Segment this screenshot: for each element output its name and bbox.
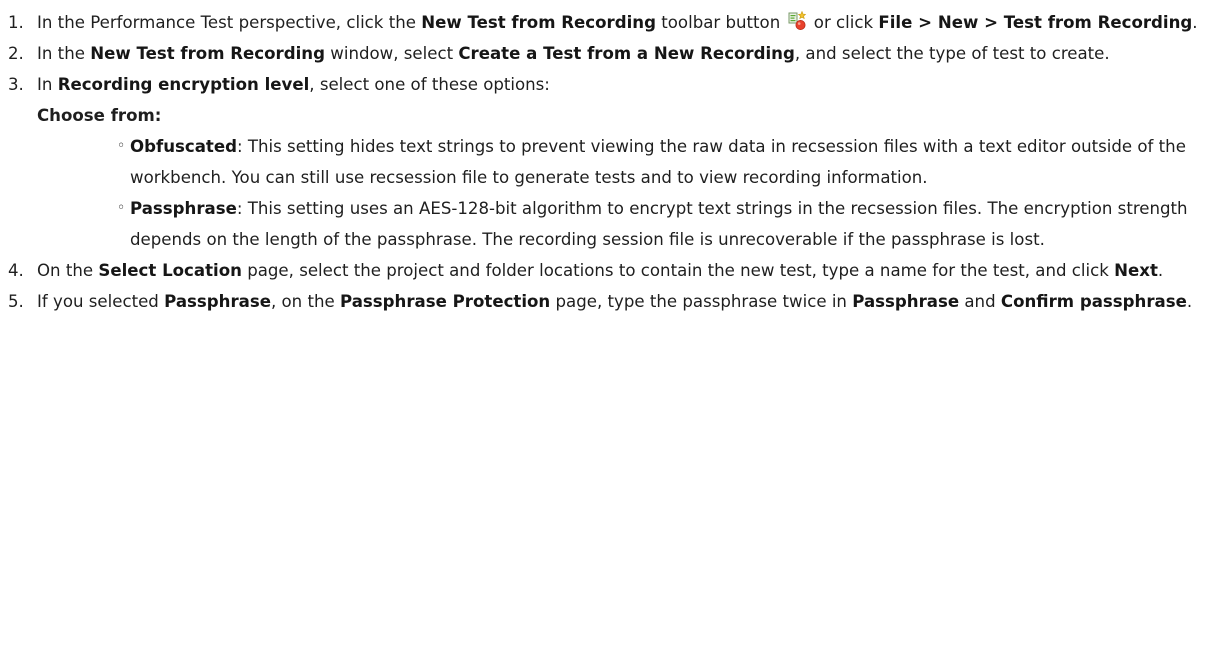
step-number: 5. — [8, 292, 24, 311]
step-text: page, select the project and folder loca… — [241, 261, 1115, 280]
step-text: and — [959, 292, 1001, 311]
choose-from-label: Choose from: — [37, 106, 162, 125]
step-text: page, type the passphrase twice in — [550, 292, 853, 311]
step-text: , select one of these options: — [309, 75, 550, 94]
option-obfuscated: ◦ Obfuscated: This setting hides text st… — [117, 131, 1204, 193]
step-text: or click — [808, 13, 879, 32]
option-passphrase: ◦ Passphrase: This setting uses an AES-1… — [117, 193, 1204, 255]
step-text: On the — [37, 261, 99, 280]
step-text: window, select — [325, 44, 459, 63]
ui-term: New Test from Recording — [90, 44, 325, 63]
step-text: . — [1186, 292, 1193, 311]
steps-list: 1. In the Performance Test perspective, … — [8, 7, 1204, 317]
ui-term: Passphrase Protection — [340, 292, 551, 311]
option-name: Passphrase — [130, 199, 237, 218]
step-text: . — [1192, 13, 1198, 32]
step-text: , on the — [270, 292, 340, 311]
new-test-from-recording-icon — [788, 11, 807, 31]
options-list: ◦ Obfuscated: This setting hides text st… — [37, 131, 1204, 255]
ui-term: Passphrase — [164, 292, 271, 311]
step-number: 3. — [8, 75, 24, 94]
step-2: 2. In the New Test from Recording window… — [8, 38, 1204, 69]
step-number: 4. — [8, 261, 24, 280]
option-description: : This setting uses an AES-128-bit algor… — [130, 199, 1188, 249]
ui-term: Passphrase — [852, 292, 960, 311]
instructions-page: 1. In the Performance Test perspective, … — [0, 0, 1212, 649]
step-3: 3. In Recording encryption level, select… — [8, 69, 1204, 255]
option-description: : This setting hides text strings to pre… — [130, 137, 1186, 187]
step-5: 5. If you selected Passphrase, on the Pa… — [8, 286, 1204, 317]
step-text: In — [37, 75, 58, 94]
ui-term: Select Location — [98, 261, 242, 280]
step-text: In the — [37, 44, 91, 63]
ui-term: Create a Test from a New Recording — [458, 44, 795, 63]
step-text: . — [1157, 261, 1164, 280]
ui-term: Recording encryption level — [57, 75, 310, 94]
step-text: If you selected — [37, 292, 165, 311]
step-text: , and select the type of test to create. — [794, 44, 1110, 63]
bullet: ◦ — [117, 200, 126, 216]
ui-term: Next — [1114, 261, 1158, 280]
step-number: 1. — [8, 13, 24, 32]
ui-term: Confirm passphrase — [1000, 292, 1187, 311]
step-text: toolbar button — [656, 13, 786, 32]
step-4: 4. On the Select Location page, select t… — [8, 255, 1204, 286]
ui-term: New Test from Recording — [421, 13, 656, 32]
ui-term: File > New > Test from Recording — [878, 13, 1193, 32]
bullet: ◦ — [117, 138, 126, 154]
step-text: In the Performance Test perspective, cli… — [37, 13, 422, 32]
option-name: Obfuscated — [130, 137, 237, 156]
step-1: 1. In the Performance Test perspective, … — [8, 7, 1204, 38]
step-number: 2. — [8, 44, 24, 63]
